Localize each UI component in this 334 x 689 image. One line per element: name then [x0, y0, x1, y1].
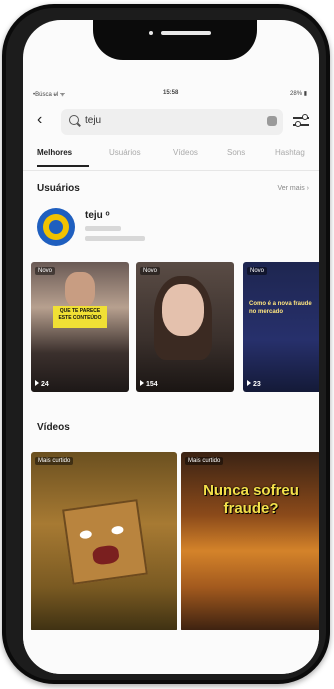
tab-usuarios[interactable]: Usuários — [109, 148, 141, 157]
users-section-title: Usuários — [37, 183, 80, 194]
tab-videos[interactable]: Vídeos — [173, 148, 198, 157]
view-count: 24 — [35, 380, 49, 388]
thumbnail-person — [65, 272, 95, 308]
video-card[interactable]: Mais curtido — [31, 452, 177, 632]
filter-icon[interactable] — [293, 113, 309, 129]
user-stats-blurred — [85, 236, 145, 241]
play-icon — [140, 380, 144, 386]
new-badge: Novo — [140, 267, 161, 275]
thumbnail-face — [162, 284, 204, 336]
play-icon — [35, 380, 39, 386]
camera-dot — [149, 31, 153, 35]
thumbnail-caption: Como é a nova fraude no mercado — [249, 301, 312, 315]
user-name[interactable]: teju ᵒ — [85, 210, 110, 221]
view-count: 154 — [140, 380, 158, 388]
tab-hashtag[interactable]: Hashtag — [275, 148, 305, 157]
search-icon — [69, 115, 79, 125]
video-title: Nunca sofreu fraude? — [203, 482, 299, 517]
most-liked-badge: Mais curtido — [185, 457, 224, 465]
search-tabs: Melhores Usuários Vídeos Sons Hashtag — [23, 148, 319, 168]
carrier-signal: •Búsca ᵾl ᯤ — [33, 92, 66, 98]
play-icon — [247, 380, 251, 386]
video-card[interactable]: Mais curtido Nunca sofreu fraude? — [181, 452, 319, 632]
app-screen: •Búsca ᵾl ᯤ 15:58 28% ▮ ‹ teju Melhores … — [23, 20, 319, 674]
battery-indicator: 28% ▮ — [290, 91, 307, 97]
tab-sons[interactable]: Sons — [227, 148, 245, 157]
bottom-safe-area — [23, 630, 319, 674]
user-video-thumbnail[interactable]: Como é a nova fraude no mercado Novo 23 — [243, 262, 319, 392]
view-count: 23 — [247, 380, 261, 388]
cartoon-eye — [79, 529, 93, 540]
tab-melhores[interactable]: Melhores — [37, 148, 72, 157]
search-input[interactable]: teju — [61, 109, 283, 135]
speaker-grille — [161, 31, 211, 35]
new-badge: Novo — [35, 267, 56, 275]
back-button[interactable]: ‹ — [37, 111, 42, 129]
cartoon-block-face — [62, 499, 148, 585]
avatar[interactable] — [37, 208, 75, 246]
tabs-divider — [23, 170, 319, 171]
search-query: teju — [85, 115, 102, 126]
phone-bezel: •Búsca ᵾl ᯤ 15:58 28% ▮ ‹ teju Melhores … — [6, 8, 326, 680]
user-video-thumbnail[interactable]: QUE TE PARECE ESTE CONTEÚDO Novo 24 — [31, 262, 129, 392]
new-badge: Novo — [247, 267, 268, 275]
cartoon-eye — [110, 525, 124, 535]
clear-search-icon[interactable] — [267, 116, 277, 126]
thumbnail-caption: QUE TE PARECE ESTE CONTEÚDO — [53, 306, 107, 328]
see-more-link[interactable]: Ver mais › — [277, 185, 309, 192]
user-handle-blurred — [85, 226, 121, 231]
clock: 15:58 — [163, 90, 179, 96]
active-tab-indicator — [37, 165, 89, 167]
notch — [93, 20, 257, 60]
status-bar: •Búsca ᵾl ᯤ 15:58 28% ▮ — [23, 88, 319, 100]
phone-frame: •Búsca ᵾl ᯤ 15:58 28% ▮ ‹ teju Melhores … — [2, 4, 330, 684]
cartoon-mouth — [91, 544, 120, 566]
videos-section-title: Vídeos — [37, 422, 70, 433]
most-liked-badge: Mais curtido — [35, 457, 74, 465]
user-video-thumbnail[interactable]: Novo 154 — [136, 262, 234, 392]
